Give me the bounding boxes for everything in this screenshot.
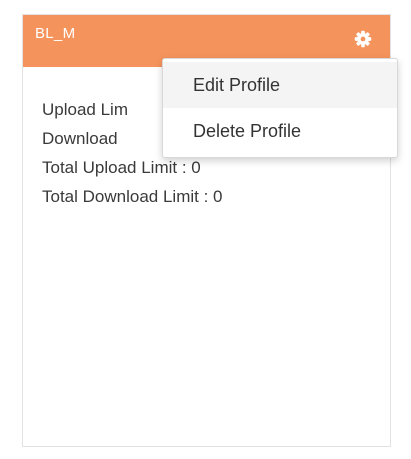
edit-profile-menu-item[interactable]: Edit Profile <box>163 62 397 108</box>
profile-name: BL_M <box>35 25 76 42</box>
total-download-limit-text: Total Download Limit : 0 <box>42 187 223 206</box>
profile-context-menu: Edit Profile Delete Profile <box>162 58 398 158</box>
gear-icon[interactable] <box>352 28 374 50</box>
delete-profile-menu-item[interactable]: Delete Profile <box>163 108 397 154</box>
